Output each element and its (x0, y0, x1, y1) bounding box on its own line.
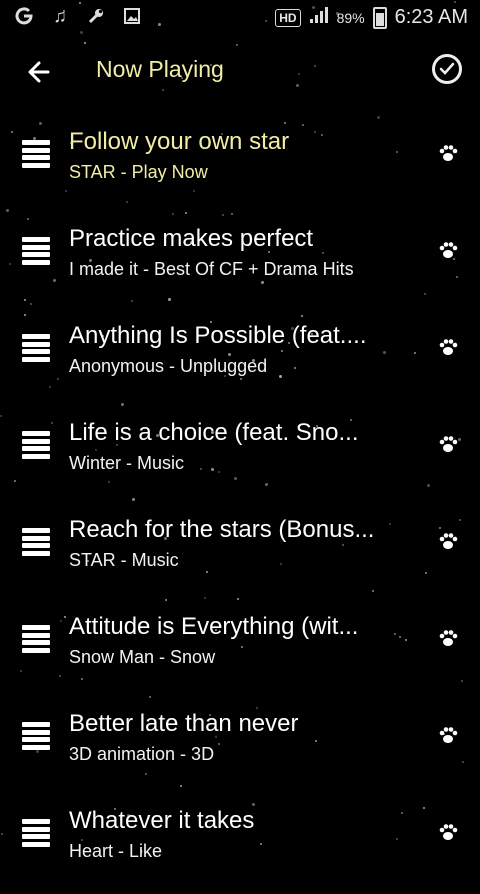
paw-icon[interactable] (438, 531, 458, 551)
paw-icon[interactable] (438, 628, 458, 648)
track-title: Follow your own star (69, 128, 290, 155)
battery-percent: 89% (336, 9, 365, 26)
drag-handle-icon[interactable] (22, 334, 50, 362)
back-arrow-icon (28, 61, 50, 83)
paw-icon[interactable] (438, 240, 458, 260)
done-button[interactable] (432, 54, 462, 84)
track-row[interactable]: Follow your own star STAR - Play Now (0, 118, 480, 215)
drag-handle-icon[interactable] (22, 431, 50, 459)
drag-handle-icon[interactable] (22, 140, 50, 168)
page-title: Now Playing (96, 56, 224, 82)
drag-handle-icon[interactable] (22, 819, 50, 847)
paw-icon[interactable] (438, 143, 458, 163)
star-dot (84, 42, 86, 44)
drag-handle-icon[interactable] (22, 722, 50, 750)
track-subtitle: STAR - Play Now (69, 162, 208, 182)
track-subtitle: 3D animation - 3D (69, 744, 215, 764)
track-subtitle: Anonymous - Unplugged (69, 356, 268, 376)
hd-badge: HD (275, 8, 301, 27)
track-row[interactable]: Practice makes perfect I made it - Best … (0, 215, 480, 312)
paw-icon[interactable] (438, 434, 458, 454)
checkmark-icon (439, 62, 455, 75)
paw-icon[interactable] (438, 822, 458, 842)
track-row[interactable]: Life is a choice (feat. Sno... Winter - … (0, 409, 480, 506)
track-title: Life is a choice (feat. Sno... (69, 419, 359, 446)
track-subtitle: I made it - Best Of CF + Drama Hits (69, 259, 354, 279)
track-title: Whatever it takes (69, 807, 255, 834)
track-row[interactable]: Attitude is Everything (wit... Snow Man … (0, 603, 480, 700)
track-subtitle: Winter - Music (69, 453, 185, 473)
track-title: Anything Is Possible (feat.... (69, 322, 367, 349)
track-row[interactable]: Reach for the stars (Bonus... STAR - Mus… (0, 506, 480, 603)
paw-icon[interactable] (438, 337, 458, 357)
track-subtitle: STAR - Music (69, 550, 179, 570)
music-note-icon: ♫ (53, 5, 67, 26)
track-row[interactable]: Anything Is Possible (feat.... Anonymous… (0, 312, 480, 409)
track-row[interactable]: Better late than never 3D animation - 3D (0, 700, 480, 797)
track-title: Attitude is Everything (wit... (69, 613, 359, 640)
drag-handle-icon[interactable] (22, 528, 50, 556)
track-subtitle: Snow Man - Snow (69, 647, 216, 667)
track-subtitle: Heart - Like (69, 841, 163, 861)
wrench-icon (86, 6, 106, 26)
app-g-icon (14, 6, 34, 26)
track-title: Reach for the stars (Bonus... (69, 516, 375, 543)
app-header: Now Playing (0, 46, 480, 96)
track-title: Practice makes perfect (69, 225, 314, 252)
track-row[interactable]: Whatever it takes Heart - Like (0, 797, 480, 894)
drag-handle-icon[interactable] (22, 237, 50, 265)
status-bar: ♫ HD 89% 6:23 AM (0, 0, 480, 36)
paw-icon[interactable] (438, 725, 458, 745)
battery-icon (372, 6, 387, 29)
signal-icon (309, 6, 329, 29)
clock: 6:23 AM (394, 6, 468, 28)
track-title: Better late than never (69, 710, 299, 737)
back-button[interactable] (22, 54, 58, 90)
track-list: Follow your own star STAR - Play Now Pra… (0, 118, 480, 894)
image-icon (122, 6, 142, 26)
drag-handle-icon[interactable] (22, 625, 50, 653)
